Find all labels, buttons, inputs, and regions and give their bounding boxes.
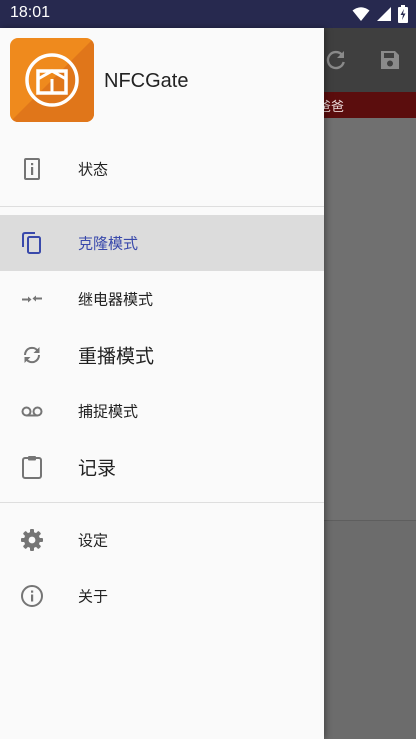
nav-item-replay[interactable]: 重播模式 [0,327,324,383]
nfcgate-logo-icon [10,38,94,122]
nav-item-label: 记录 [78,457,117,480]
nav-item-relay[interactable]: 继电器模式 [0,271,324,327]
sync-icon [23,346,41,364]
refresh-icon[interactable] [324,48,348,72]
nav-item-label: 克隆模式 [78,234,139,253]
nav-item-label: 重播模式 [78,345,155,368]
voicemail-icon [21,406,43,417]
nav-item-status[interactable]: 状态 [0,141,324,197]
nav-item-label: 关于 [78,587,109,606]
device-info-icon [24,158,40,180]
save-icon[interactable] [378,48,402,72]
nav-item-clone[interactable]: 克隆模式 [0,215,324,271]
nav-item-label: 状态 [78,160,109,179]
battery-charging-icon [398,5,408,23]
nav-item-capture[interactable]: 捕捉模式 [0,383,324,439]
nav-item-label: 设定 [78,531,109,550]
clipboard-icon [22,456,42,479]
status-time: 18:01 [10,4,51,21]
app-name: NFCGate [104,70,189,92]
status-bar: 18:01 [0,0,416,28]
drawer-divider [0,206,324,207]
info-icon [21,585,43,607]
navigation-drawer: NFCGate 状态 克隆模式 继电器模式 重播模式 捕捉模式 记录 设定 关于 [0,28,324,739]
drawer-divider [0,502,324,503]
nav-item-label: 继电器模式 [78,290,154,309]
settings-icon [21,529,43,551]
nav-item-about[interactable]: 关于 [0,568,324,624]
nav-item-logs[interactable]: 记录 [0,439,324,495]
copy-icon [22,232,41,254]
status-icons [352,5,408,23]
nav-item-label: 捕捉模式 [78,402,139,421]
relay-arrows-icon [22,295,42,303]
wifi-icon [352,7,370,21]
nav-item-settings[interactable]: 设定 [0,512,324,568]
cell-signal-icon [377,7,391,21]
drawer-header: NFCGate [0,28,324,138]
